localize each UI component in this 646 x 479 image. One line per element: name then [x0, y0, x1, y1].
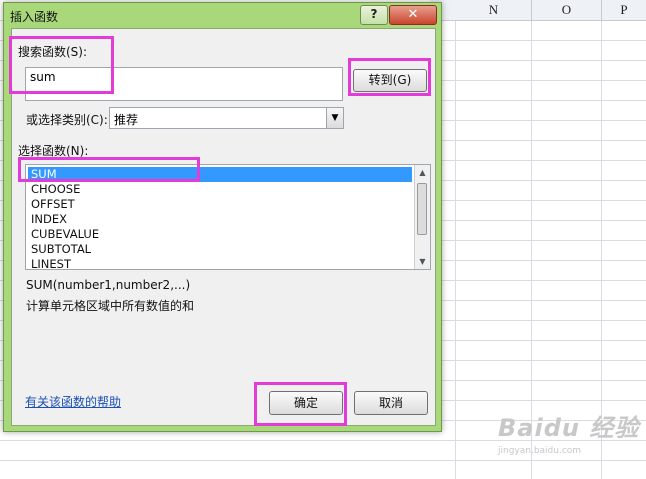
baidu-watermark-logo: Baidu 经验 jingyan.baidu.com: [498, 408, 640, 456]
scroll-up-icon[interactable]: ▲: [415, 165, 430, 180]
category-select[interactable]: 推荐 ▼: [109, 107, 344, 129]
function-help-link[interactable]: 有关该函数的帮助: [25, 393, 121, 410]
help-button[interactable]: ?: [360, 5, 388, 25]
list-item-subtotal[interactable]: SUBTOTAL: [28, 242, 412, 257]
column-header-o[interactable]: O: [532, 0, 602, 20]
function-signature: SUM(number1,number2,...): [26, 278, 191, 292]
function-description: 计算单元格区域中所有数值的和: [26, 299, 195, 313]
highlight-sum-item: [18, 157, 200, 182]
list-item-linest[interactable]: LINEST: [28, 257, 412, 269]
watermark-url: jingyan.baidu.com: [498, 446, 582, 456]
highlight-search-box: [9, 36, 114, 94]
list-scrollbar[interactable]: ▲ ▼: [414, 165, 430, 269]
dialog-title: 插入函数: [10, 10, 59, 24]
watermark-logo-text: Baidu 经验: [498, 414, 640, 442]
list-item-index[interactable]: INDEX: [28, 212, 412, 227]
dialog-titlebar[interactable]: 插入函数 ? ✕: [4, 3, 441, 29]
scroll-down-icon[interactable]: ▼: [415, 254, 430, 269]
highlight-goto-button: [348, 58, 431, 96]
cancel-button[interactable]: 取消: [354, 391, 428, 415]
column-header-n[interactable]: N: [456, 0, 532, 20]
column-divider: [455, 20, 456, 479]
scroll-thumb[interactable]: [417, 183, 427, 235]
column-header-p[interactable]: P: [602, 0, 646, 20]
chevron-down-icon[interactable]: ▼: [326, 108, 343, 128]
list-item-cubevalue[interactable]: CUBEVALUE: [28, 227, 412, 242]
close-button[interactable]: ✕: [389, 5, 437, 25]
category-value: 推荐: [114, 113, 139, 127]
category-label: 或选择类别(C):: [26, 113, 108, 127]
list-item-choose[interactable]: CHOOSE: [28, 182, 412, 197]
list-item-offset[interactable]: OFFSET: [28, 197, 412, 212]
highlight-ok-button: [254, 382, 347, 426]
